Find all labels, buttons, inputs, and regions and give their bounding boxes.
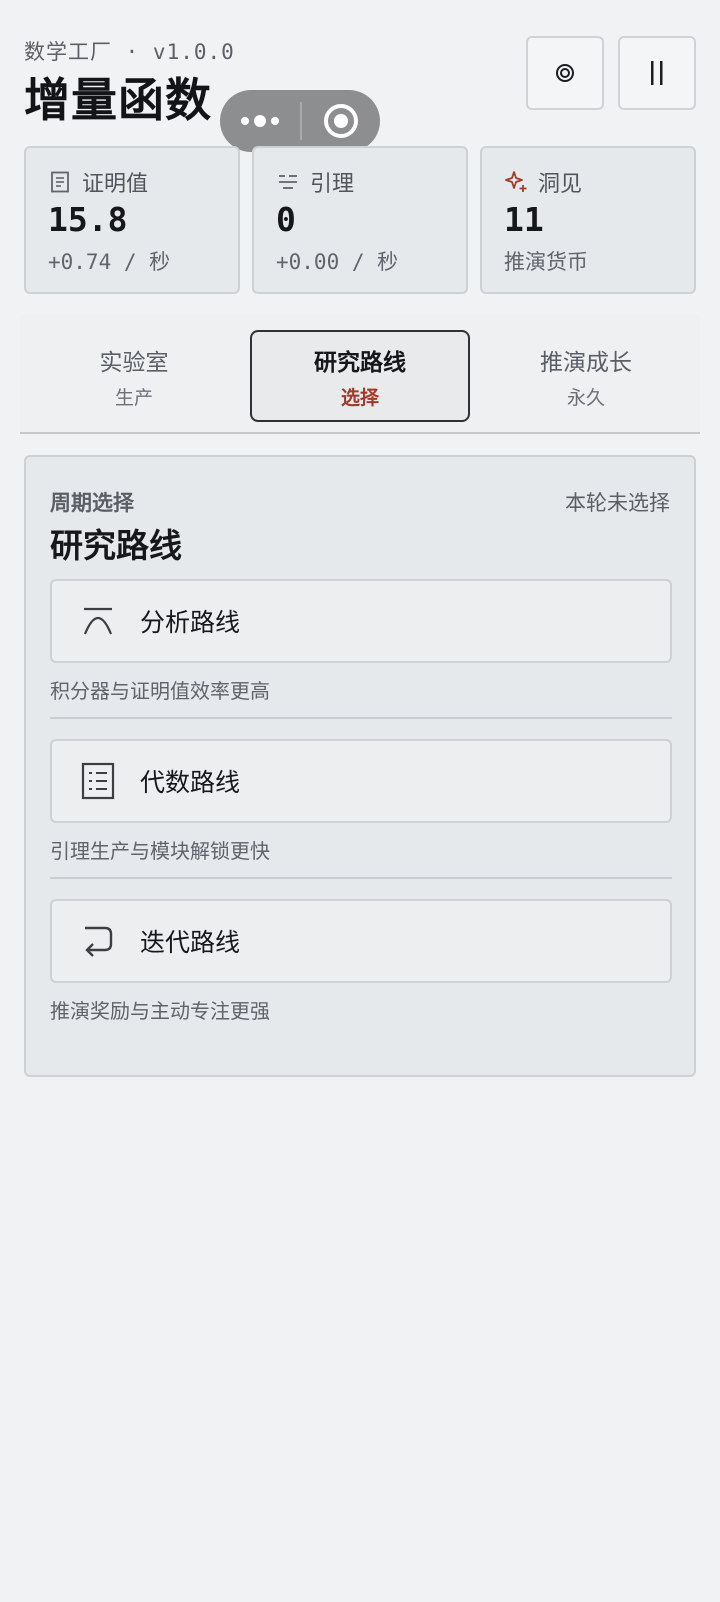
stat-label: 证明值 xyxy=(82,172,149,197)
route-description: 引理生产与模块解锁更快 xyxy=(50,839,270,863)
route-panel: 周期选择 本轮未选择 研究路线 分析路线 积分器与证明值效率更高 代数路线 引理… xyxy=(24,455,696,1077)
selection-status: 本轮未选择 xyxy=(565,491,670,515)
app-subtitle: 数学工厂 · v1.0.0 xyxy=(24,40,235,64)
target-button[interactable] xyxy=(526,36,604,110)
iteration-route-button[interactable]: 迭代路线 xyxy=(50,899,672,983)
tab-lab[interactable]: 实验室 生产 xyxy=(24,330,244,422)
return-arrow-icon xyxy=(78,921,118,961)
route-label: 分析路线 xyxy=(140,608,241,637)
tab-growth[interactable]: 推演成长 永久 xyxy=(476,330,696,422)
stat-label: 洞见 xyxy=(538,172,583,197)
stat-caption: 推演货币 xyxy=(504,250,588,274)
more-dots-icon xyxy=(241,117,249,125)
pause-icon xyxy=(651,61,663,85)
stat-cards: 证明值 15.8 +0.74 / 秒 引理 0 +0.00 / 秒 洞见 11 … xyxy=(24,146,696,294)
route-item-algebra: 代数路线 引理生产与模块解锁更快 xyxy=(50,739,672,864)
target-icon xyxy=(556,64,574,82)
stat-card-insight: 洞见 11 推演货币 xyxy=(480,146,696,294)
route-label: 迭代路线 xyxy=(140,928,241,957)
panel-title: 研究路线 xyxy=(50,526,182,565)
tab-sublabel: 选择 xyxy=(340,386,379,409)
stat-rate: +0.74 / 秒 xyxy=(48,250,171,274)
divider xyxy=(50,877,672,879)
tab-label: 实验室 xyxy=(99,349,169,376)
mini-program-capsule xyxy=(220,90,380,152)
tab-sublabel: 永久 xyxy=(566,386,605,409)
route-description: 积分器与证明值效率更高 xyxy=(50,679,270,703)
app-page: 数学工厂 · v1.0.0 增量函数 证明值 15.8 +0.74 / 秒 引理… xyxy=(0,0,720,1602)
pause-button[interactable] xyxy=(618,36,696,110)
lines-icon xyxy=(276,170,300,194)
document-icon xyxy=(48,170,72,194)
tab-bar: 实验室 生产 研究路线 选择 推演成长 永久 xyxy=(20,314,700,434)
panel-kicker: 周期选择 xyxy=(50,491,134,515)
route-item-analysis: 分析路线 积分器与证明值效率更高 xyxy=(50,579,672,704)
route-label: 代数路线 xyxy=(140,768,241,797)
tab-label: 研究路线 xyxy=(314,349,406,376)
curve-icon xyxy=(78,601,118,641)
stat-value: 15.8 xyxy=(48,200,128,239)
stat-value: 0 xyxy=(276,200,296,239)
route-description: 推演奖励与主动专注更强 xyxy=(50,999,270,1023)
tab-label: 推演成长 xyxy=(540,349,632,376)
divider xyxy=(50,717,672,719)
route-item-iteration: 迭代路线 推演奖励与主动专注更强 xyxy=(50,899,672,1024)
page-title: 增量函数 xyxy=(24,73,212,127)
more-menu-button[interactable] xyxy=(220,115,300,127)
sparkle-icon xyxy=(504,170,528,194)
analysis-route-button[interactable]: 分析路线 xyxy=(50,579,672,663)
close-capsule-button[interactable] xyxy=(302,104,380,138)
stat-card-lemma: 引理 0 +0.00 / 秒 xyxy=(252,146,468,294)
stat-label: 引理 xyxy=(310,172,355,197)
record-icon xyxy=(324,104,358,138)
stat-value: 11 xyxy=(504,200,544,239)
tab-sublabel: 生产 xyxy=(114,386,153,409)
stat-rate: +0.00 / 秒 xyxy=(276,250,399,274)
algebra-route-button[interactable]: 代数路线 xyxy=(50,739,672,823)
tab-research-route[interactable]: 研究路线 选择 xyxy=(250,330,470,422)
stat-card-proof: 证明值 15.8 +0.74 / 秒 xyxy=(24,146,240,294)
calculator-icon xyxy=(78,761,118,801)
